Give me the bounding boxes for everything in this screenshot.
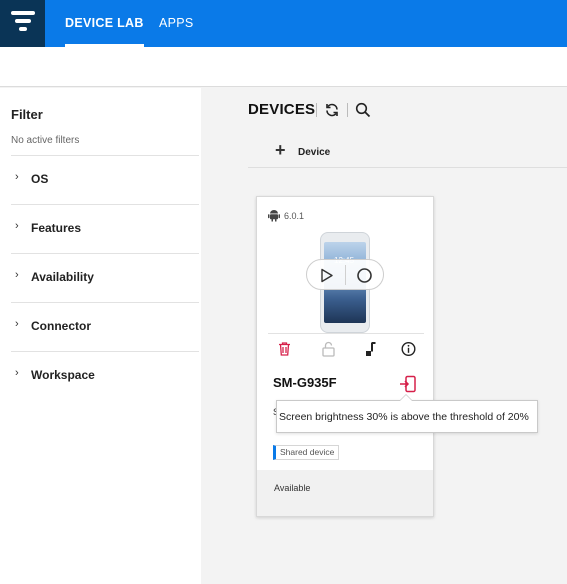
filter-item-label: Availability (31, 270, 94, 284)
play-icon[interactable] (318, 267, 335, 284)
menu-logo-icon[interactable] (0, 0, 45, 47)
device-model: SM-G935F (273, 375, 337, 390)
tab-apps[interactable]: APPS (159, 0, 194, 47)
brightness-warning-tooltip: Screen brightness 30% is above the thres… (276, 394, 538, 433)
search-icon[interactable] (355, 102, 371, 118)
filter-item-workspace[interactable]: › Workspace (11, 351, 199, 400)
toolbar-divider (248, 167, 567, 168)
filter-item-label: OS (31, 172, 49, 186)
connect-device-icon[interactable] (399, 375, 417, 393)
page-title: DEVICES (248, 101, 316, 118)
title-divider (316, 103, 317, 117)
chevron-right-icon: › (15, 318, 19, 330)
filter-item-os[interactable]: › OS (11, 155, 199, 204)
plus-icon: + (275, 140, 286, 160)
filter-item-label: Features (31, 221, 82, 235)
chevron-right-icon: › (15, 171, 19, 183)
top-navbar: DEVICE LAB APPS (0, 0, 567, 47)
info-icon[interactable] (401, 341, 416, 357)
tab-device-lab[interactable]: DEVICE LAB (65, 0, 144, 47)
filter-item-label: Connector (31, 319, 91, 333)
shared-device-badge: Shared device (273, 445, 340, 460)
filter-title: Filter (11, 107, 43, 122)
record-icon[interactable] (356, 267, 373, 284)
add-device-label: Device (298, 147, 331, 158)
controls-divider (345, 265, 346, 285)
card-divider (268, 333, 424, 334)
filter-sidebar: Filter No active filters › OS › Features… (0, 88, 201, 584)
chevron-right-icon: › (15, 220, 19, 232)
refresh-icon[interactable] (324, 102, 340, 118)
filter-item-connector[interactable]: › Connector (11, 302, 199, 351)
lock-icon[interactable] (321, 341, 336, 357)
chevron-right-icon: › (15, 269, 19, 281)
status-badge: Available (274, 483, 311, 493)
card-footer (257, 470, 433, 516)
filter-item-label: Workspace (31, 368, 95, 382)
os-version: 6.0.1 (284, 211, 305, 221)
sub-header-bar (0, 47, 567, 87)
filter-item-availability[interactable]: › Availability (11, 253, 199, 302)
device-card[interactable]: 6.0.1 12:45 SM-G935F S Shared de (256, 196, 434, 517)
filter-item-features[interactable]: › Features (11, 204, 199, 253)
trash-icon[interactable] (277, 341, 292, 357)
android-icon (268, 210, 280, 222)
filter-status: No active filters (11, 135, 80, 146)
device-controls (306, 259, 384, 290)
title-divider (347, 103, 348, 117)
usb-icon[interactable] (363, 341, 378, 357)
chevron-right-icon: › (15, 367, 19, 379)
